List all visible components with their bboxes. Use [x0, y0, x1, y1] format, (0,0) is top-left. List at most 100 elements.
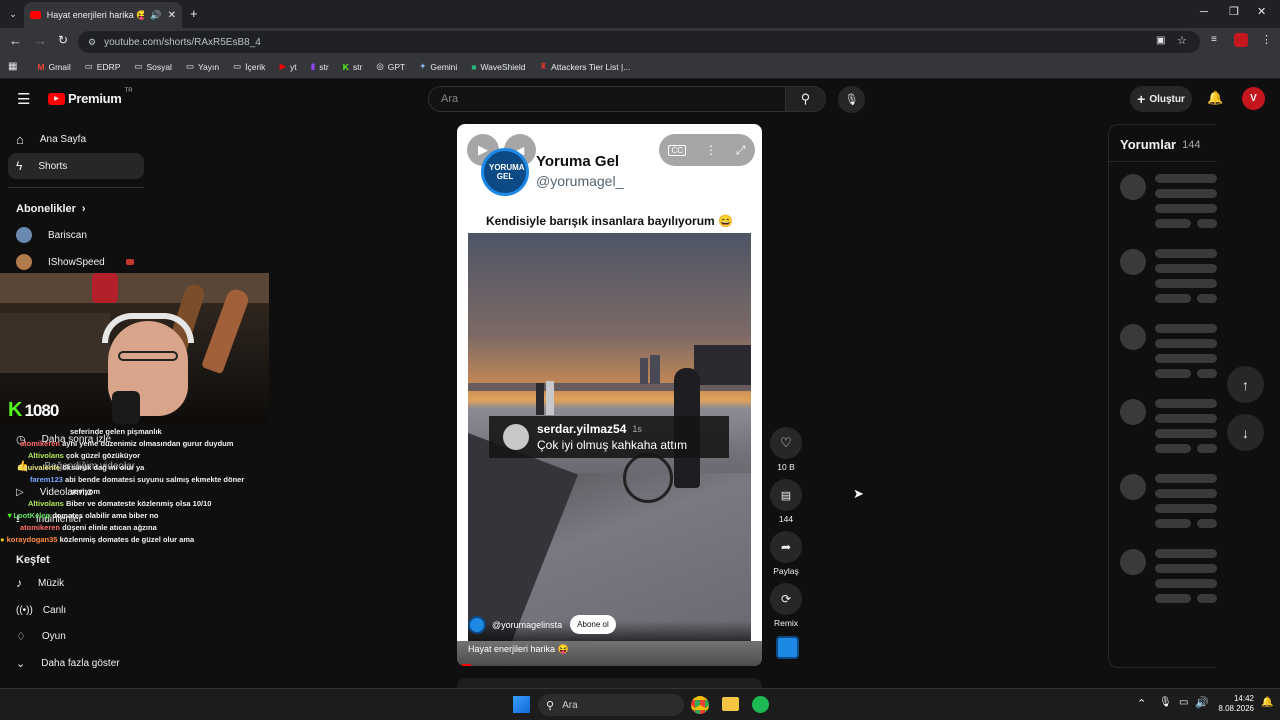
kick-icon: K — [342, 61, 349, 72]
skeleton-line — [1197, 594, 1217, 603]
subscriptions-heading[interactable]: Abonelikler › — [16, 203, 86, 215]
microphone-icon: 🎙 — [844, 94, 859, 106]
notification-icon[interactable]: 🔔 — [1261, 697, 1273, 708]
youtube-premium-logo[interactable]: ▶ Premium TR — [48, 88, 133, 106]
create-label: Oluştur — [1149, 93, 1185, 105]
next-short-button[interactable]: ↓ — [1227, 414, 1264, 451]
sound-thumbnail[interactable] — [776, 636, 799, 659]
progress-bar[interactable] — [462, 664, 471, 666]
tray-expand-icon[interactable]: ⌃ — [1137, 697, 1146, 710]
skeleton-line — [1155, 189, 1217, 198]
new-tab-icon[interactable]: + — [190, 6, 198, 21]
bookmark-gmail[interactable]: M Gmail — [37, 62, 70, 72]
network-icon[interactable]: ▭ — [1179, 697, 1188, 708]
subscription-bariscan[interactable]: Bariscan — [8, 222, 144, 248]
uploader-avatar[interactable] — [468, 615, 486, 634]
notifications-bell-icon[interactable]: 🔔 — [1207, 90, 1223, 106]
bookmark-gpt[interactable]: ◎ GPT — [376, 61, 405, 72]
folder-icon: ▭ — [134, 61, 143, 71]
sidebar-show-more[interactable]: ⌄ Daha fazla göster — [8, 650, 144, 676]
browser-menu-icon[interactable]: ⋮ — [1261, 33, 1272, 46]
chat-line: ▼LootKelep domates olabilir ama biber no — [6, 511, 159, 520]
spotify-icon[interactable] — [752, 696, 769, 713]
volume-icon[interactable]: 🔊 — [1195, 696, 1209, 709]
chat-line: Equivalente öksürük dağ mı olur ya — [18, 463, 145, 472]
search-button[interactable]: ⚲ — [786, 86, 826, 112]
uploader-handle[interactable]: @yorumagelinsta — [492, 620, 562, 630]
tray-mic-icon[interactable]: 🎙 — [1159, 697, 1172, 708]
commenter-avatar — [503, 424, 529, 450]
remix-button[interactable]: ⟳ — [770, 583, 802, 615]
voice-search-button[interactable]: 🎙 — [838, 86, 865, 113]
reload-icon[interactable]: ↻ — [58, 33, 68, 47]
previous-short-button[interactable]: ↑ — [1227, 366, 1264, 403]
chevron-right-icon: › — [81, 203, 86, 215]
sidebar-item-home[interactable]: ⌂ Ana Sayfa — [8, 126, 144, 152]
waveshield-icon: ■ — [471, 61, 477, 72]
media-queue-icon[interactable]: ≡ — [1211, 34, 1217, 45]
bookmark-yt[interactable]: ▶ yt — [279, 61, 296, 72]
bookmark-icerik[interactable]: ▭ İçerik — [233, 61, 265, 72]
close-window-icon[interactable]: ✕ — [1257, 5, 1266, 18]
comment-text: Çok iyi olmuş kahkaha attım — [537, 438, 688, 452]
forward-icon[interactable]: → — [34, 33, 47, 48]
captions-icon[interactable]: CC — [668, 144, 687, 156]
skeleton-line — [1155, 369, 1191, 378]
comment-count: 144 — [778, 514, 794, 524]
file-explorer-icon[interactable] — [722, 697, 739, 711]
youtube-icon: ▶ — [279, 61, 286, 71]
comment-header: serdar.yilmaz54 1s — [537, 422, 687, 436]
subscribe-button[interactable]: Abone ol — [570, 615, 616, 634]
close-tab-icon[interactable]: ✕ — [168, 10, 176, 21]
share-button[interactable]: ➦ — [770, 531, 802, 563]
hamburger-menu-icon[interactable]: ☰ — [17, 90, 30, 108]
bookmark-star-icon[interactable]: ☆ — [1177, 34, 1187, 47]
bookmark-attackers[interactable]: ♜ Attackers Tier List |... — [540, 61, 631, 72]
taskbar-clock[interactable]: 14:42 8.08.2026 — [1214, 694, 1254, 714]
bookmark-edrp[interactable]: ▭ EDRP — [85, 61, 121, 72]
bookmark-gemini[interactable]: ✦ Gemini — [419, 61, 457, 72]
skeleton-line — [1155, 294, 1191, 303]
chat-line: farem123 abi bende domatesi suyunu salmı… — [30, 475, 245, 484]
tab-search-icon[interactable]: ⌄ — [6, 7, 20, 21]
sidebar-item-music[interactable]: ♪ Müzik — [8, 570, 144, 596]
start-windows-icon[interactable] — [513, 696, 530, 713]
like-button[interactable]: ♡ — [770, 427, 802, 459]
chrome-icon[interactable] — [691, 696, 709, 714]
bookmark-waveshield[interactable]: ■ WaveShield — [471, 62, 525, 72]
bookmark-str-kick[interactable]: Kstr — [343, 62, 363, 72]
browser-tab[interactable]: Hayat enerjileri harika 😝 - 🔊 ✕ — [24, 2, 182, 28]
like-count: 10 B — [777, 462, 795, 472]
gamepad-icon: ♢ — [16, 630, 26, 643]
site-info-icon[interactable]: ⚙ — [88, 37, 96, 48]
url-bar[interactable]: ⚙ youtube.com/shorts/RAxR5EsB8_4 — [78, 31, 1200, 53]
skeleton-line — [1155, 324, 1217, 333]
minimize-icon[interactable]: ─ — [1200, 6, 1208, 18]
skeleton-line — [1155, 354, 1217, 363]
maximize-icon[interactable]: ❐ — [1229, 5, 1239, 18]
account-avatar[interactable]: V — [1242, 87, 1265, 110]
more-options-icon[interactable]: ⋮ — [705, 143, 717, 157]
apps-grid-icon[interactable]: ▦ — [8, 61, 17, 72]
bookmark-sosyal[interactable]: ▭ Sosyal — [134, 61, 172, 72]
chat-line: Altivolans Biber ve domateste közlenmiş … — [28, 499, 212, 508]
skeleton-line — [1197, 294, 1217, 303]
sidebar-item-gaming[interactable]: ♢ Oyun — [8, 623, 144, 649]
taskbar-search[interactable]: ⚲ Ara — [538, 694, 684, 716]
sidebar-item-live[interactable]: ((•)) Canlı — [8, 597, 144, 623]
skeleton-line — [1155, 594, 1191, 603]
comments-button[interactable]: ▤ — [770, 479, 802, 511]
back-icon[interactable]: ← — [9, 33, 22, 48]
fullscreen-icon[interactable]: ⤢ — [736, 143, 746, 158]
search-input[interactable]: Ara — [428, 86, 786, 112]
subscription-ishowspeed[interactable]: IShowSpeed — [8, 249, 144, 275]
extension-icon[interactable] — [1234, 33, 1248, 47]
tab-title: Hayat enerjileri harika 😝 - — [46, 9, 145, 20]
browser-tab-bar: ⌄ Hayat enerjileri harika 😝 - 🔊 ✕ + ─ ❐ … — [0, 0, 1280, 28]
sidebar-item-shorts[interactable]: ϟ Shorts — [8, 153, 144, 179]
comments-count: 144 — [1182, 138, 1201, 151]
install-app-icon[interactable]: ▣ — [1156, 35, 1165, 46]
create-button[interactable]: + Oluştur — [1130, 86, 1192, 112]
bookmark-yayin[interactable]: ▭ Yayın — [186, 61, 219, 72]
bookmark-str-twitch[interactable]: ▮ str — [311, 61, 329, 72]
